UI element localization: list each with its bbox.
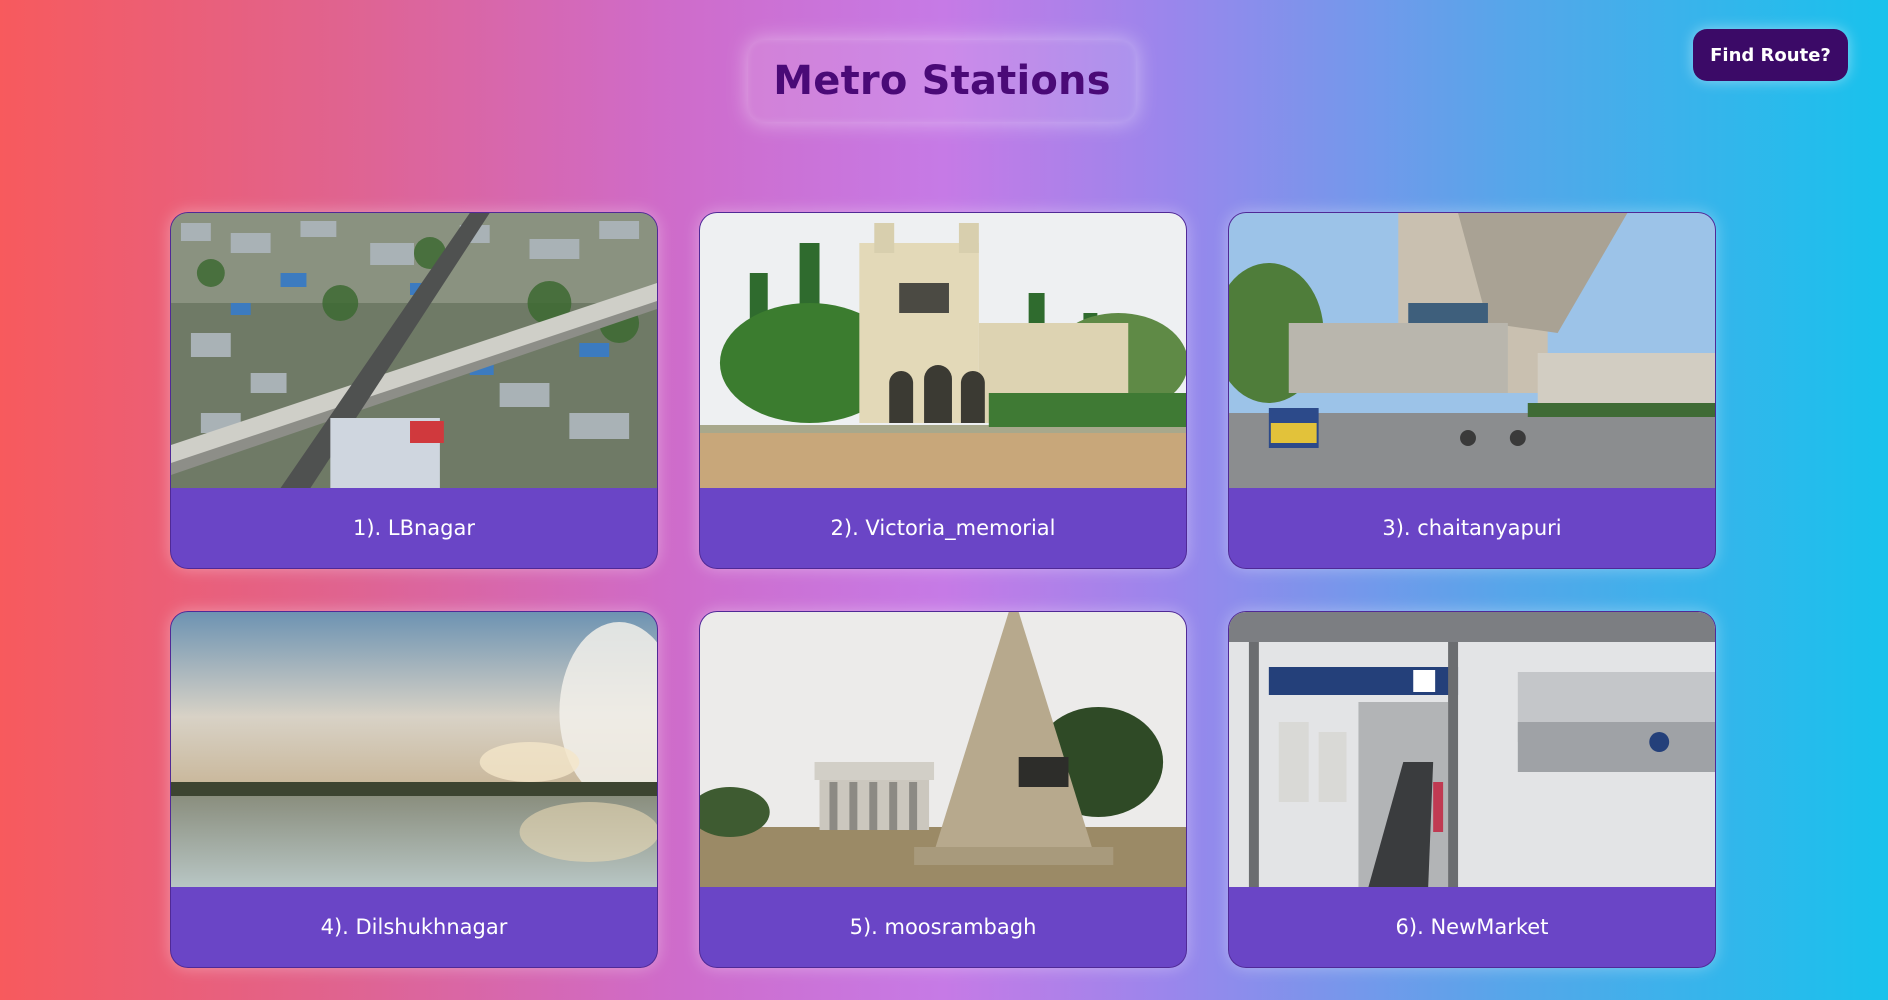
station-card-chaitanyapuri[interactable]: 3). chaitanyapuri xyxy=(1228,212,1716,569)
station-label-moosrambagh: 5). moosrambagh xyxy=(849,915,1037,939)
station-label-newmarket: 6). NewMarket xyxy=(1395,915,1549,939)
station-image-victoria-memorial xyxy=(700,213,1186,488)
stations-grid: 1). LBnagar 2). Victoria_memorial 3). ch… xyxy=(170,212,1716,968)
station-card-moosrambagh[interactable]: 5). moosrambagh xyxy=(699,611,1187,968)
station-card-newmarket[interactable]: 6). NewMarket xyxy=(1228,611,1716,968)
station-image-dilshukhnagar xyxy=(171,612,657,887)
find-route-button[interactable]: Find Route? xyxy=(1693,29,1848,81)
station-label-lbnagar: 1). LBnagar xyxy=(352,516,476,540)
station-image-chaitanyapuri xyxy=(1229,213,1715,488)
station-image-moosrambagh xyxy=(700,612,1186,887)
station-label-dilshukhnagar: 4). Dilshukhnagar xyxy=(320,915,508,939)
station-card-victoria-memorial[interactable]: 2). Victoria_memorial xyxy=(699,212,1187,569)
station-card-dilshukhnagar[interactable]: 4). Dilshukhnagar xyxy=(170,611,658,968)
station-card-lbnagar[interactable]: 1). LBnagar xyxy=(170,212,658,569)
station-label-victoria-memorial: 2). Victoria_memorial xyxy=(830,516,1056,540)
page-title-box: Metro Stations xyxy=(748,40,1136,122)
station-label-chaitanyapuri: 3). chaitanyapuri xyxy=(1382,516,1562,540)
station-image-newmarket xyxy=(1229,612,1715,887)
station-image-lbnagar xyxy=(171,213,657,488)
page-title: Metro Stations xyxy=(773,58,1111,104)
